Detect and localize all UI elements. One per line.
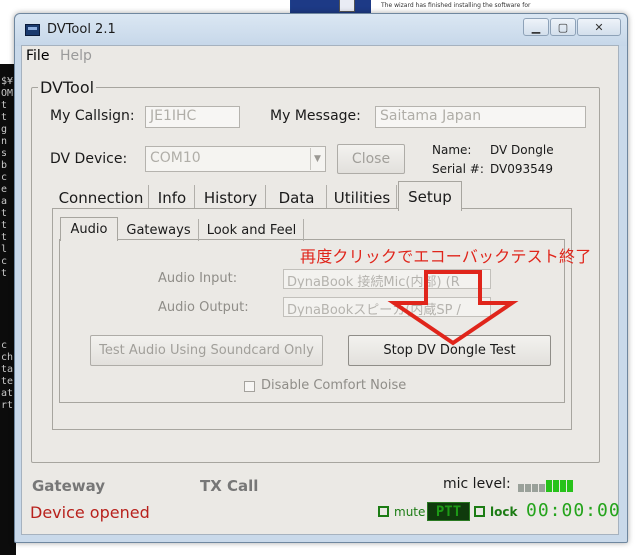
mic-level-label: mic level:	[443, 476, 511, 492]
txcall-label: TX Call	[200, 477, 259, 495]
audio-output-select[interactable]: DynaBookスピーカ(内蔵SP /	[283, 297, 491, 317]
device-name-label: Name:	[432, 143, 472, 157]
subtab-gateways[interactable]: Gateways	[119, 219, 199, 241]
callsign-label: My Callsign:	[50, 108, 135, 124]
close-window-button[interactable]: ✕	[577, 18, 621, 36]
minimize-button[interactable]: ▁	[523, 18, 549, 36]
installer-banner	[291, 0, 371, 14]
audio-input-label: Audio Input:	[158, 271, 238, 286]
mic-level-meter	[518, 480, 574, 492]
menu-file[interactable]: File	[26, 48, 49, 64]
title-bar[interactable]: DVTool 2.1 ▁ ▢ ✕	[15, 14, 627, 46]
message-label: My Message:	[270, 108, 361, 124]
test-audio-button[interactable]: Test Audio Using Soundcard Only	[90, 335, 323, 366]
maximize-button[interactable]: ▢	[550, 18, 576, 36]
callsign-input[interactable]: JE1IHC	[145, 106, 240, 128]
status-message: Device opened	[30, 503, 150, 522]
minimize-icon: ▁	[531, 20, 541, 34]
annotation-text: 再度クリックでエコーバックテスト終了	[300, 247, 592, 266]
comfort-noise-label: Disable Comfort Noise	[261, 378, 407, 393]
installer-text: The wizard has finished installing the s…	[381, 2, 531, 9]
gateway-label: Gateway	[32, 477, 106, 495]
mic-level-segment	[560, 480, 566, 492]
stop-dongle-test-button[interactable]: Stop DV Dongle Test	[348, 335, 551, 366]
lock-label: lock	[490, 505, 518, 519]
subtab-audio[interactable]: Audio	[60, 217, 118, 241]
mic-level-segment	[567, 480, 573, 492]
maximize-icon: ▢	[557, 20, 569, 34]
subtab-look-and-feel[interactable]: Look and Feel	[200, 219, 304, 241]
lock-checkbox[interactable]	[474, 506, 485, 517]
mic-level-segment	[553, 480, 559, 492]
background-installer-window: The wizard has finished installing the s…	[290, 0, 552, 14]
mute-label: mute	[394, 505, 426, 519]
device-label: DV Device:	[50, 151, 128, 167]
mic-level-segment	[539, 484, 545, 492]
chevron-down-icon: ▼	[310, 148, 324, 170]
tab-setup[interactable]: Setup	[398, 181, 462, 211]
close-device-button[interactable]: Close	[337, 144, 405, 174]
audio-input-select[interactable]: DynaBook 接続Mic(内部) (R	[283, 269, 491, 289]
elapsed-timer: 00:00:00	[526, 500, 621, 521]
device-name-value: DV Dongle	[490, 143, 554, 157]
serial-label: Serial #:	[432, 162, 484, 176]
window-title: DVTool 2.1	[47, 22, 116, 37]
audio-output-label: Audio Output:	[158, 300, 249, 315]
close-icon: ✕	[594, 20, 604, 34]
serial-value: DV093549	[490, 162, 554, 176]
mic-level-segment	[532, 484, 538, 492]
ptt-button[interactable]: PTT	[427, 502, 470, 521]
groupbox-title: DVTool	[38, 78, 97, 97]
app-icon	[25, 24, 40, 36]
mic-level-segment	[518, 484, 524, 492]
mic-level-segment	[546, 480, 552, 492]
device-select-value: COM10	[150, 150, 201, 166]
installer-cd-icon	[339, 0, 355, 12]
message-input[interactable]: Saitama Japan	[375, 106, 586, 128]
mic-level-segment	[525, 484, 531, 492]
menu-help[interactable]: Help	[60, 48, 92, 64]
device-select[interactable]: COM10 ▼	[145, 146, 326, 172]
comfort-noise-checkbox[interactable]	[244, 381, 255, 392]
mute-checkbox[interactable]	[378, 506, 389, 517]
